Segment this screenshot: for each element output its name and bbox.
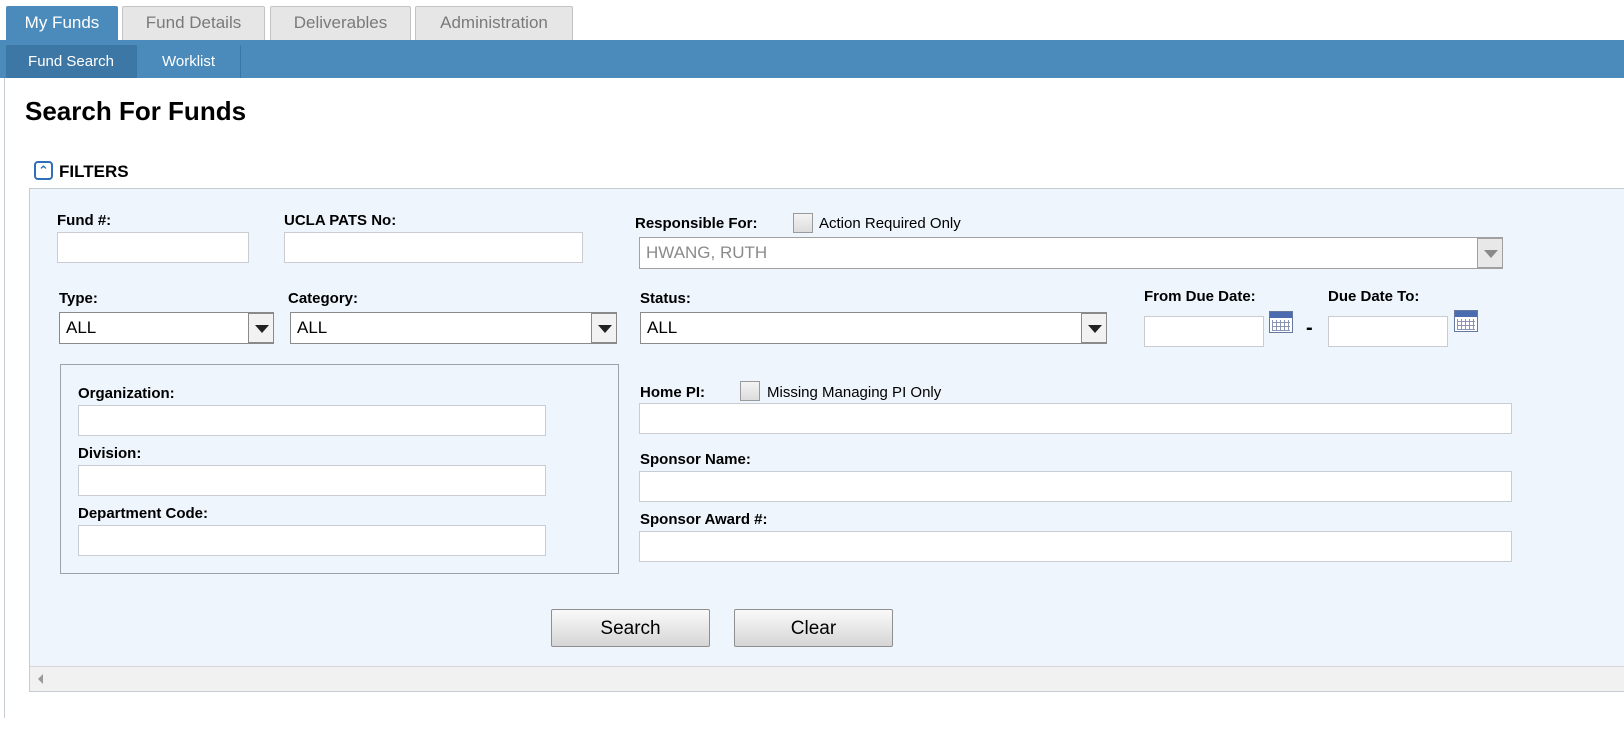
content-left-border (4, 78, 5, 718)
status-label: Status: (640, 290, 691, 307)
main-tab-bar: My Funds Fund Details Deliverables Admin… (0, 0, 1624, 40)
missing-managing-pi-label: Missing Managing PI Only (767, 384, 942, 401)
status-select[interactable]: ALL (640, 312, 1107, 344)
sponsor-name-label: Sponsor Name: (640, 451, 751, 468)
filters-label: FILTERS (59, 162, 129, 181)
department-code-input[interactable] (78, 525, 546, 556)
organization-group: Organization: Division: Department Code: (60, 364, 619, 574)
calendar-icon[interactable] (1269, 311, 1293, 333)
tab-administration[interactable]: Administration (415, 6, 573, 40)
tab-fund-details[interactable]: Fund Details (122, 6, 265, 40)
chevron-down-icon[interactable] (248, 313, 274, 343)
fund-number-input[interactable] (57, 232, 249, 263)
filters-panel: Fund #: UCLA PATS No: Responsible For: A… (29, 188, 1624, 692)
responsible-for-label: Responsible For: (635, 215, 758, 232)
home-pi-input[interactable] (639, 403, 1512, 434)
sponsor-name-input[interactable] (639, 471, 1512, 502)
chevron-down-icon[interactable] (591, 313, 617, 343)
status-value: ALL (647, 318, 678, 337)
division-label: Division: (78, 445, 142, 462)
pats-number-input[interactable] (284, 232, 583, 263)
division-input[interactable] (78, 465, 546, 496)
tab-deliverables[interactable]: Deliverables (270, 6, 411, 40)
sponsor-award-label: Sponsor Award #: (640, 511, 768, 528)
home-pi-label: Home PI: (640, 384, 706, 401)
collapse-up-icon[interactable]: ⌃ (34, 161, 53, 180)
due-date-to-input[interactable] (1328, 316, 1448, 347)
chevron-down-icon[interactable] (1081, 313, 1107, 343)
search-button[interactable]: Search (551, 609, 710, 647)
type-select[interactable]: ALL (59, 312, 274, 344)
category-label: Category: (288, 290, 359, 307)
scroll-left-arrow-icon[interactable] (38, 674, 43, 684)
calendar-icon[interactable] (1454, 310, 1478, 332)
action-required-label: Action Required Only (819, 215, 961, 232)
missing-managing-pi-checkbox[interactable] (740, 381, 760, 401)
fund-number-label: Fund #: (57, 212, 112, 229)
from-due-date-label: From Due Date: (1144, 288, 1256, 305)
sub-navigation: Fund Search Worklist (0, 40, 1624, 78)
responsible-for-value: HWANG, RUTH (646, 243, 768, 262)
chevron-down-icon[interactable] (1477, 238, 1503, 268)
sponsor-award-input[interactable] (639, 531, 1512, 562)
clear-button[interactable]: Clear (734, 609, 893, 647)
from-due-date-input[interactable] (1144, 316, 1264, 347)
subtab-fund-search[interactable]: Fund Search (6, 45, 137, 78)
tab-my-funds[interactable]: My Funds (6, 6, 118, 40)
action-required-checkbox[interactable] (793, 213, 813, 233)
category-select[interactable]: ALL (290, 312, 617, 344)
date-range-separator: - (1306, 317, 1313, 339)
pats-number-label: UCLA PATS No: (284, 212, 397, 229)
responsible-for-select[interactable]: HWANG, RUTH (639, 237, 1503, 269)
page-title: Search For Funds (25, 96, 247, 126)
department-code-label: Department Code: (78, 505, 209, 522)
subtab-worklist[interactable]: Worklist (137, 45, 241, 78)
type-label: Type: (59, 290, 98, 307)
organization-label: Organization: (78, 385, 175, 402)
category-value: ALL (297, 318, 328, 337)
due-date-to-label: Due Date To: (1328, 288, 1420, 305)
type-value: ALL (66, 318, 97, 337)
organization-input[interactable] (78, 405, 546, 436)
horizontal-scrollbar[interactable] (30, 666, 1624, 691)
